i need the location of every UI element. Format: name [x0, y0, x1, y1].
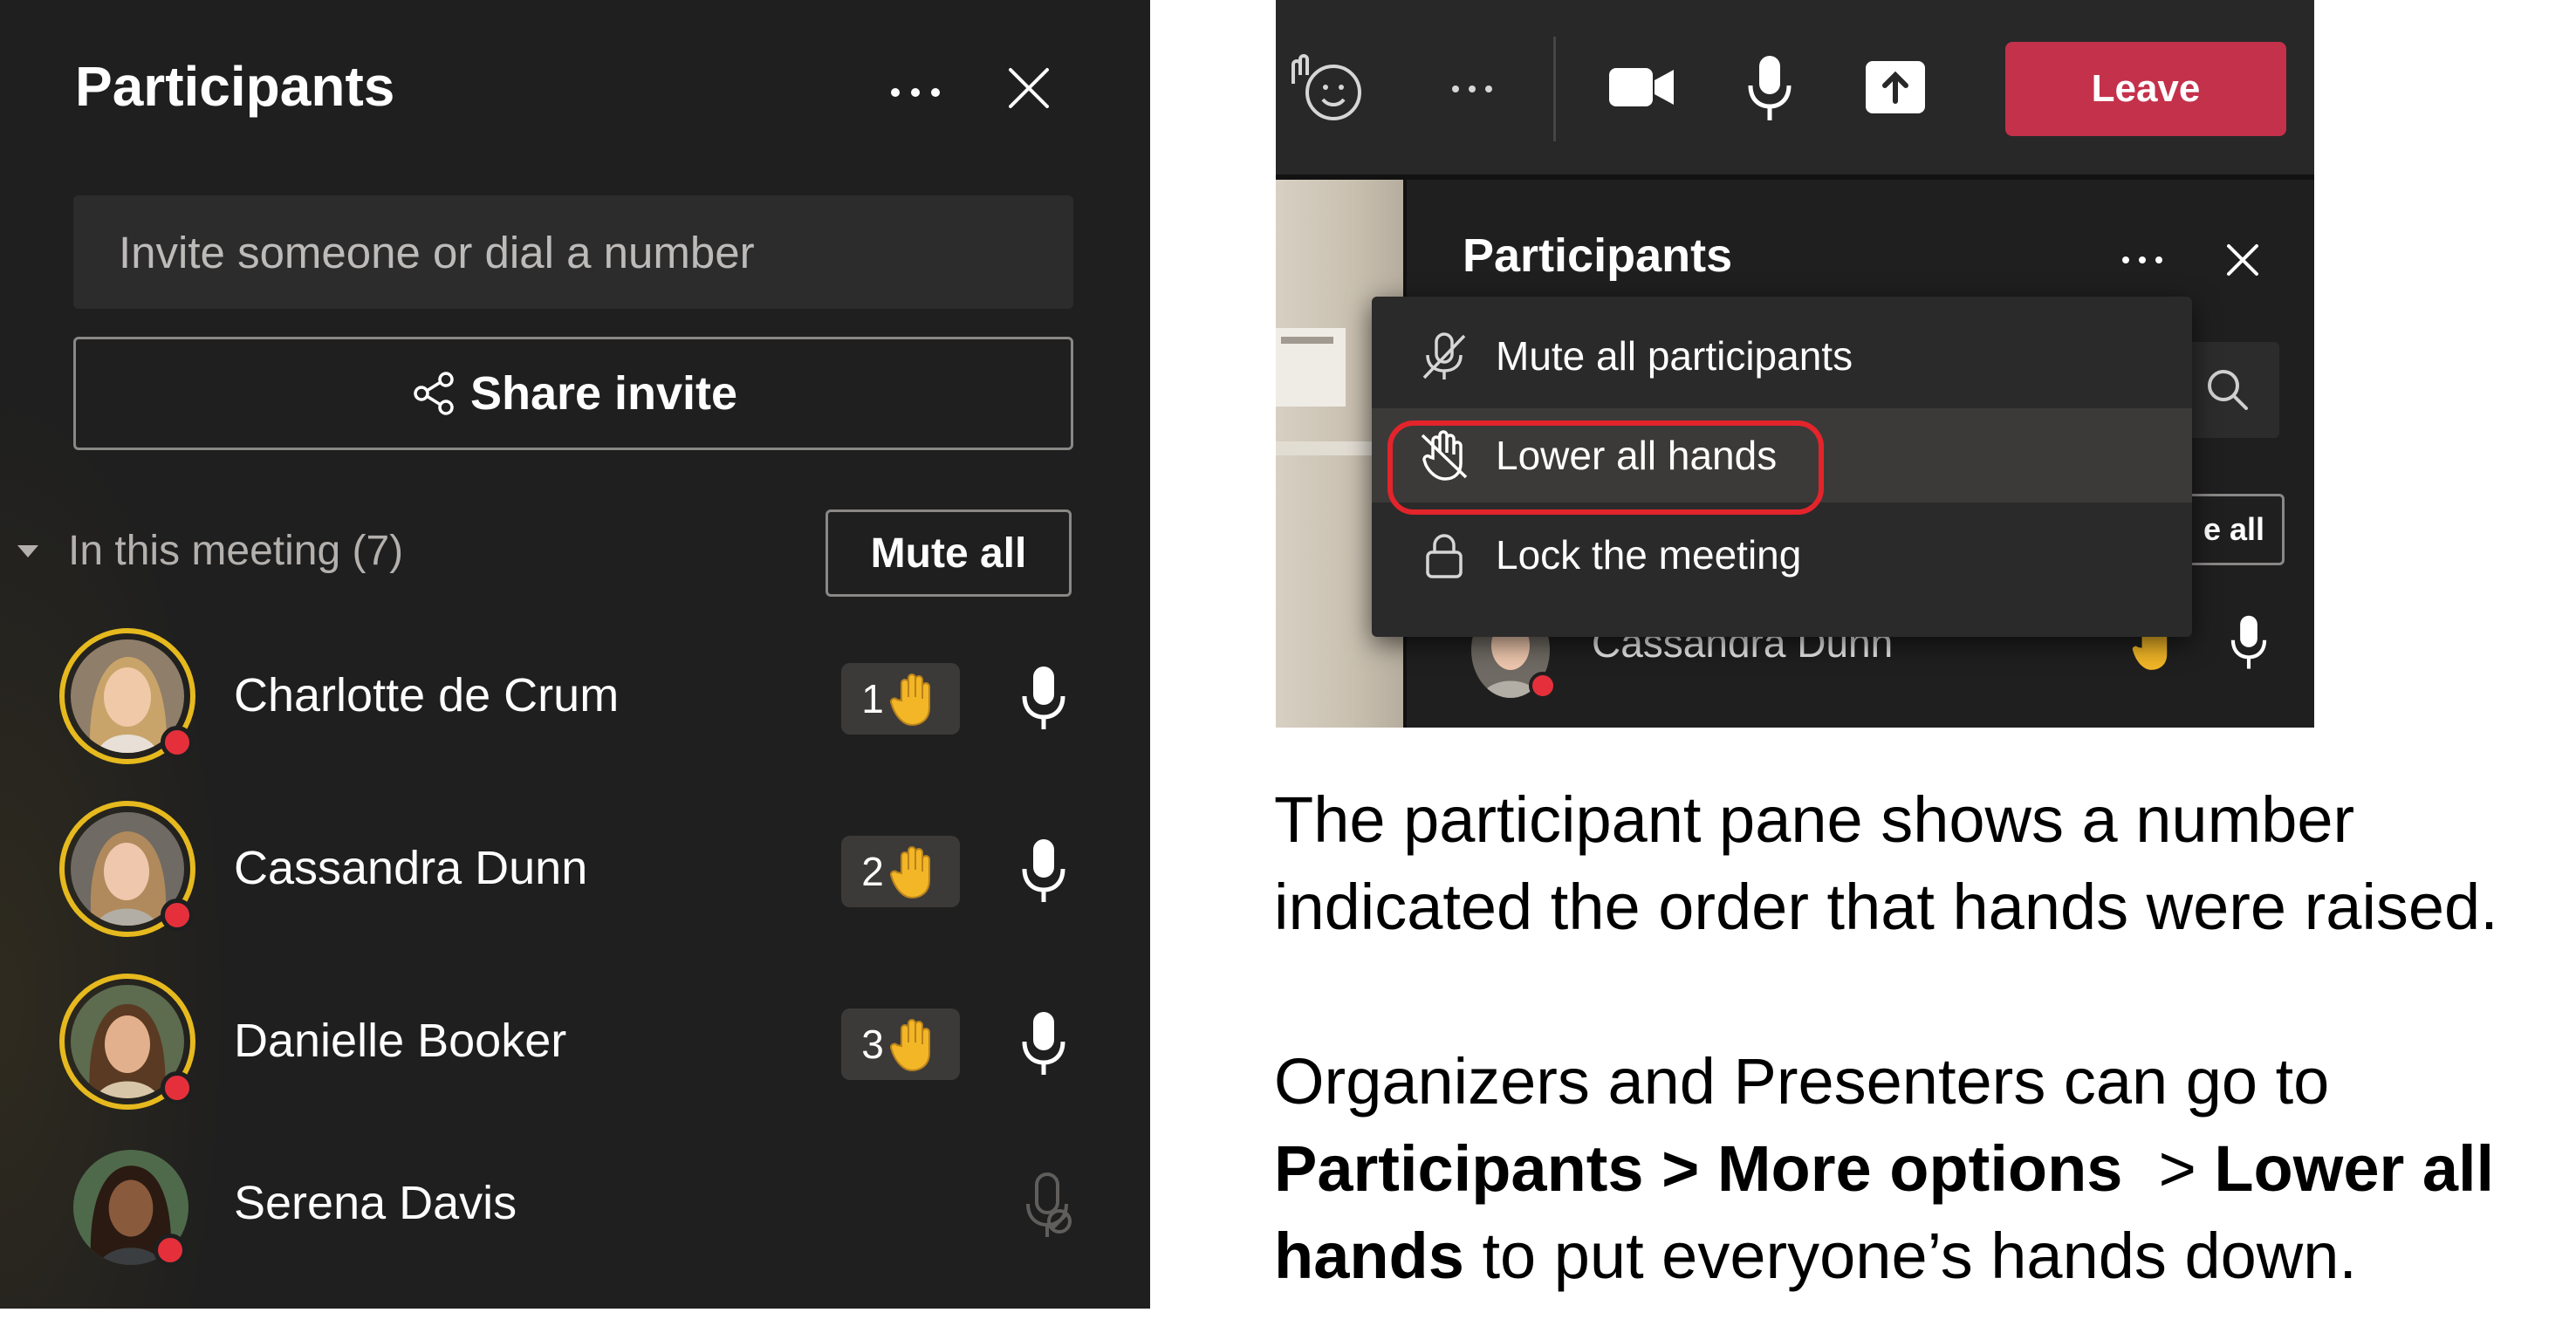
raised-hand-badge: 2	[841, 836, 960, 907]
caret-down-icon	[17, 544, 38, 557]
raised-hand-icon	[889, 673, 930, 727]
raised-hand-icon	[889, 1019, 930, 1072]
share-invite-label: Share invite	[469, 367, 738, 420]
microphone-icon[interactable]	[1745, 54, 1794, 124]
mute-all-label: Mute all	[870, 530, 1027, 577]
caption-text: to put everyone’s hands down.	[1463, 1220, 2357, 1292]
participants-panel: Participants Share invite In this meetin…	[0, 0, 1150, 1309]
caption-text: Organizers and Presenters can go to	[1274, 1045, 2330, 1118]
participant-row[interactable]: Cassandra Dunn 2	[0, 794, 1150, 942]
panel-title-small: Participants	[1463, 229, 1733, 282]
menu-item-mute-all-participants[interactable]: Mute all participants	[1372, 309, 2192, 403]
leave-label: Leave	[2091, 67, 2201, 110]
hand-off-icon	[1421, 430, 1468, 481]
invite-field[interactable]	[73, 195, 1073, 309]
meeting-screenshot: Leave Participants e all Cassandra Dunn	[1276, 0, 2314, 728]
share-icon	[414, 372, 454, 415]
menu-item-label: Lower all hands	[1496, 433, 1778, 478]
participant-name: Charlotte de Crum	[234, 669, 620, 721]
status-dot	[161, 726, 194, 759]
caption-bold-path: Participants > More options	[1274, 1132, 2123, 1205]
search-icon[interactable]	[2203, 365, 2251, 414]
participant-name: Serena Davis	[234, 1177, 517, 1229]
mic-muted-icon[interactable]	[1021, 1171, 1073, 1242]
caption-separator: >	[2122, 1132, 2215, 1205]
status-dot	[1529, 672, 1557, 700]
mic-off-icon	[1422, 332, 1466, 379]
more-options-icon[interactable]	[885, 75, 946, 110]
menu-item-lock-the-meeting[interactable]: Lock the meeting	[1372, 508, 2192, 602]
status-dot	[154, 1234, 187, 1267]
menu-item-label: Mute all participants	[1496, 333, 1853, 379]
mic-icon[interactable]	[1017, 836, 1070, 907]
in-meeting-section-toggle[interactable]: In this meeting (7)	[17, 527, 403, 575]
more-options-icon[interactable]	[2119, 251, 2166, 269]
camera-icon[interactable]	[1607, 63, 1675, 112]
mute-all-button[interactable]: Mute all	[826, 509, 1072, 597]
participant-name: Danielle Booker	[234, 1015, 567, 1067]
mute-all-partial-label: e all	[2203, 511, 2264, 547]
lock-icon	[1426, 534, 1463, 578]
close-icon[interactable]	[2223, 241, 2262, 279]
leave-button[interactable]: Leave	[2005, 42, 2286, 136]
raised-hand-badge: 1	[841, 663, 960, 735]
more-options-menu: Mute all participants Lower all hands Lo…	[1372, 297, 2192, 637]
raised-hand-badge: 3	[841, 1008, 960, 1080]
close-icon[interactable]	[1005, 65, 1052, 112]
hand-order: 2	[861, 849, 884, 894]
participant-name: Cassandra Dunn	[234, 842, 588, 894]
status-dot	[161, 1071, 194, 1104]
hand-order: 1	[861, 676, 884, 721]
meeting-toolbar: Leave	[1276, 0, 2314, 174]
caption-paragraph-1: The participant pane shows a number indi…	[1274, 783, 2498, 943]
caption: The participant pane shows a number indi…	[1274, 776, 2566, 1300]
invite-input[interactable]	[117, 225, 993, 279]
raised-hand-icon	[889, 846, 930, 899]
status-dot	[161, 899, 194, 932]
participant-row[interactable]: Charlotte de Crum 1	[0, 621, 1150, 769]
reactions-icon[interactable]	[1286, 49, 1367, 129]
section-label: In this meeting (7)	[68, 528, 404, 574]
hand-order: 3	[861, 1022, 884, 1067]
mic-icon[interactable]	[1017, 1008, 1070, 1080]
more-actions-icon[interactable]	[1449, 80, 1496, 98]
mic-icon[interactable]	[1017, 663, 1070, 735]
caption-paragraph-2: Organizers and Presenters can go to Part…	[1274, 1038, 2566, 1300]
share-invite-button[interactable]: Share invite	[73, 337, 1073, 450]
share-screen-icon[interactable]	[1864, 59, 1927, 115]
panel-title: Participants	[75, 55, 395, 118]
menu-item-lower-all-hands[interactable]: Lower all hands	[1372, 408, 2192, 502]
microphone-icon[interactable]	[2229, 612, 2269, 673]
participant-row[interactable]: Serena Davis	[0, 1136, 1150, 1284]
menu-item-label: Lock the meeting	[1496, 532, 1802, 578]
toolbar-divider	[1553, 37, 1556, 141]
participant-row[interactable]: Danielle Booker 3	[0, 967, 1150, 1115]
